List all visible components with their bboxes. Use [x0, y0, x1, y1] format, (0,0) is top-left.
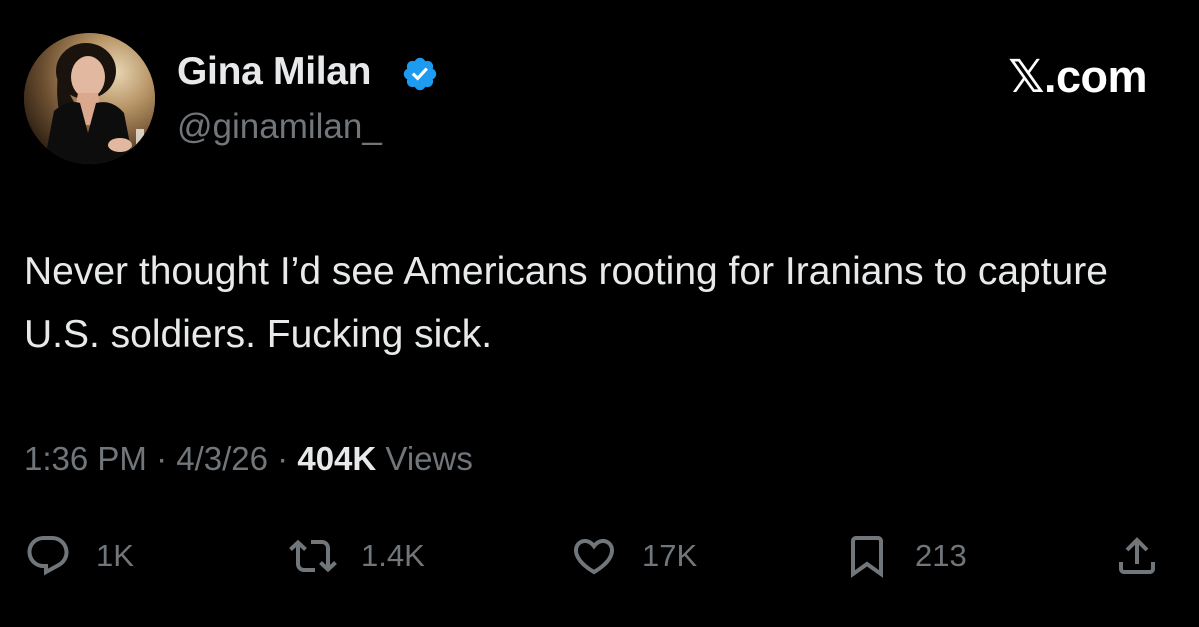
meta-separator: ·	[156, 440, 168, 477]
tweet-text: Never thought I’d see Americans rooting …	[24, 250, 1108, 356]
bookmark-button[interactable]: 213	[843, 528, 967, 584]
bookmark-icon	[851, 536, 883, 578]
tweet-meta: 1:36 PM · 4/3/26 · 404K Views	[24, 440, 473, 478]
views-count: 404K	[297, 440, 377, 477]
avatar[interactable]	[24, 33, 155, 164]
like-count: 17K	[642, 538, 698, 573]
heart-icon	[573, 539, 615, 575]
action-bar: 1K 1.4K 17K 213	[0, 528, 1199, 584]
reply-icon	[27, 536, 69, 576]
verified-badge-icon	[403, 57, 437, 91]
retweet-icon	[289, 539, 337, 573]
reply-button[interactable]: 1K	[24, 528, 134, 584]
share-button[interactable]	[1113, 528, 1161, 584]
tweet-time[interactable]: 1:36 PM	[24, 440, 147, 477]
avatar-photo	[24, 33, 155, 164]
bookmark-count: 213	[915, 538, 967, 573]
retweet-count: 1.4K	[361, 538, 425, 573]
views-label: Views	[385, 440, 473, 477]
reply-count: 1K	[96, 538, 134, 573]
brand-watermark: 𝕏.com	[1008, 51, 1147, 102]
retweet-button[interactable]: 1.4K	[289, 528, 425, 584]
tweet-date[interactable]: 4/3/26	[176, 440, 268, 477]
meta-separator: ·	[277, 440, 289, 477]
display-name[interactable]: Gina Milan	[177, 50, 372, 94]
user-handle[interactable]: @ginamilan_	[177, 107, 382, 147]
share-icon	[1119, 537, 1155, 574]
like-button[interactable]: 17K	[570, 528, 697, 584]
